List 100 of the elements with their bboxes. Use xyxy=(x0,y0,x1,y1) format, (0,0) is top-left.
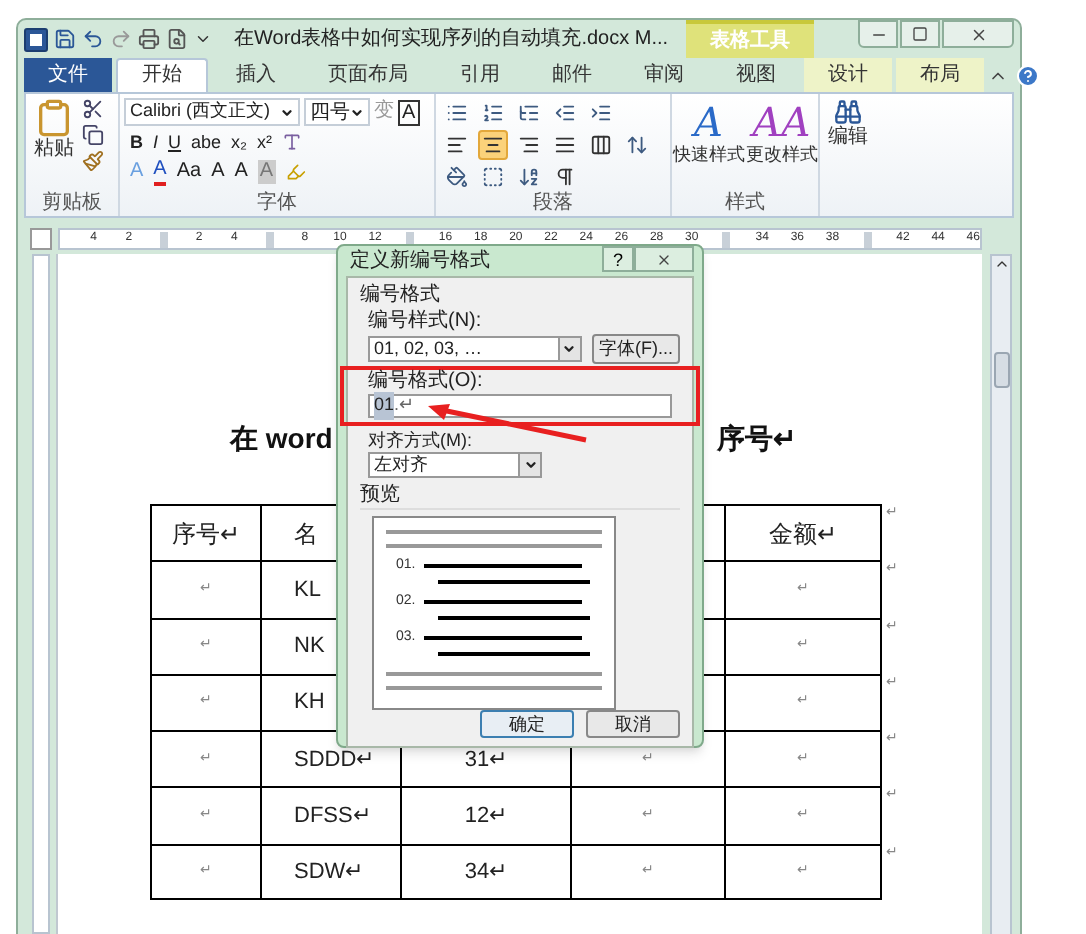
format-button[interactable]: abe xyxy=(191,130,222,154)
maximize-button[interactable] xyxy=(900,20,940,48)
ribbon-tab[interactable]: 插入 xyxy=(212,58,300,92)
border-button[interactable] xyxy=(478,162,508,192)
cancel-button[interactable]: 取消 xyxy=(586,710,680,738)
cell-text: SDW↵ xyxy=(294,857,364,888)
ruler-marker[interactable] xyxy=(265,231,274,247)
printer-icon[interactable] xyxy=(138,28,160,50)
group-title: 编号格式 xyxy=(360,284,442,308)
style-button[interactable]: AA 更改样式 xyxy=(745,100,818,192)
align-icon xyxy=(554,134,576,156)
font-button[interactable]: 字体(F)... xyxy=(591,334,680,364)
ribbon-tab[interactable]: 引用 xyxy=(436,58,524,92)
field-label: 对齐方式(M): xyxy=(368,428,472,452)
numbered-list-icon xyxy=(482,102,504,124)
ribbon-tab[interactable]: 开始 xyxy=(116,58,208,92)
caret-icon xyxy=(280,105,294,119)
help-icon[interactable] xyxy=(1016,64,1040,88)
document-heading: 序号↵ xyxy=(716,419,797,457)
align-button[interactable] xyxy=(586,130,616,160)
paint-bucket-icon xyxy=(446,166,468,188)
context-tab-title: 表格工具 xyxy=(710,27,791,56)
document-heading: 在 word xyxy=(230,419,333,457)
indent-icon xyxy=(590,102,612,124)
cell-text: 12↵ xyxy=(464,801,508,832)
scroll-up-icon[interactable] xyxy=(993,256,1009,272)
editing-button[interactable]: 编辑 xyxy=(828,98,868,150)
cell-text: 31↵ xyxy=(464,745,508,776)
ribbon-tab[interactable]: 设计 xyxy=(804,58,892,92)
ok-button[interactable]: 确定 xyxy=(480,710,574,738)
font-effect-button[interactable]: A xyxy=(234,160,248,184)
clear-format-icon[interactable] xyxy=(282,132,303,152)
dashed-square-icon xyxy=(482,166,504,188)
help-button[interactable]: ? xyxy=(602,246,634,272)
cell-text: KH xyxy=(294,688,325,719)
ruler-marker[interactable] xyxy=(863,231,872,247)
alignment-select[interactable]: 左对齐 xyxy=(368,452,542,478)
clipboard-icon xyxy=(34,98,74,138)
caret-icon xyxy=(523,458,537,472)
group-title: 预览 xyxy=(360,484,680,510)
character-border-button[interactable]: A xyxy=(398,99,420,125)
minimize-button[interactable] xyxy=(858,20,898,48)
style-button[interactable]: A 快速样式 xyxy=(672,100,745,192)
word-logo-icon xyxy=(24,27,48,51)
font-name-field[interactable]: Calibri (西文正文) xyxy=(124,98,300,126)
tree-list-icon xyxy=(518,102,540,124)
cell-text: 34↵ xyxy=(464,857,508,888)
copy-icon[interactable] xyxy=(82,124,104,146)
cut-icon[interactable] xyxy=(82,98,104,120)
ruler-marker[interactable] xyxy=(722,231,731,247)
group-label: 段落 xyxy=(533,192,573,216)
group-label: 剪贴板 xyxy=(42,192,102,216)
ribbon-tab[interactable]: 审阅 xyxy=(620,58,708,92)
window-title: 在Word表格中如何实现序列的自动填充.docx M... xyxy=(234,25,669,54)
align-button[interactable] xyxy=(478,130,508,160)
print-preview-icon[interactable] xyxy=(166,28,188,50)
scroll-thumb[interactable] xyxy=(993,352,1009,388)
align-icon xyxy=(446,134,468,156)
font-effect-button[interactable]: A xyxy=(211,160,225,184)
paste-button[interactable]: 粘贴 xyxy=(34,98,74,162)
customize-icon[interactable] xyxy=(194,30,212,48)
group-label: 样式 xyxy=(725,192,765,216)
font-effect-button[interactable]: A xyxy=(153,158,167,186)
save-icon[interactable] xyxy=(54,28,76,50)
ribbon-tab[interactable]: 页面布局 xyxy=(304,58,432,92)
cell-text: NK xyxy=(294,631,325,662)
ribbon-tab[interactable]: 视图 xyxy=(712,58,800,92)
align-icon xyxy=(482,134,504,156)
format-button[interactable]: x² xyxy=(257,130,273,154)
maximize-icon xyxy=(912,26,928,42)
group-label: 字体 xyxy=(257,192,297,216)
caret-icon xyxy=(350,105,364,119)
cell-text: SDDD↵ xyxy=(294,745,375,776)
format-button[interactable]: B xyxy=(130,130,143,154)
ruler-marker[interactable] xyxy=(159,231,168,247)
font-effect-button[interactable]: Aa xyxy=(176,160,202,184)
format-button[interactable]: U xyxy=(168,130,182,154)
caret-icon xyxy=(562,342,577,356)
number-format-field[interactable]: 01.↵ xyxy=(368,394,672,418)
close-button[interactable] xyxy=(942,20,1014,48)
format-button[interactable]: I xyxy=(153,130,159,154)
align-icon xyxy=(590,134,612,156)
up-down-arrow-icon xyxy=(626,134,648,156)
font-size-field[interactable]: 四号 xyxy=(304,98,370,126)
ribbon-tab[interactable]: 邮件 xyxy=(528,58,616,92)
align-icon xyxy=(518,134,540,156)
field-label: 编号格式(O): xyxy=(368,370,485,394)
vertical-scrollbar[interactable] xyxy=(990,254,1012,934)
cell-text: 金额↵ xyxy=(769,517,837,552)
undo-icon[interactable] xyxy=(82,28,104,50)
close-icon xyxy=(969,25,987,43)
format-painter-icon[interactable] xyxy=(82,150,104,172)
cell-text: 名 xyxy=(294,517,318,552)
file-tab[interactable]: 文件 xyxy=(24,58,112,92)
ribbon-tab[interactable]: 布局 xyxy=(896,58,984,92)
outdent-icon xyxy=(554,102,576,124)
number-style-select[interactable]: 01, 02, 03, … xyxy=(368,336,582,362)
tab-selector[interactable] xyxy=(30,228,52,250)
shading-button[interactable] xyxy=(442,162,472,192)
format-button[interactable]: x₂ xyxy=(231,130,248,154)
